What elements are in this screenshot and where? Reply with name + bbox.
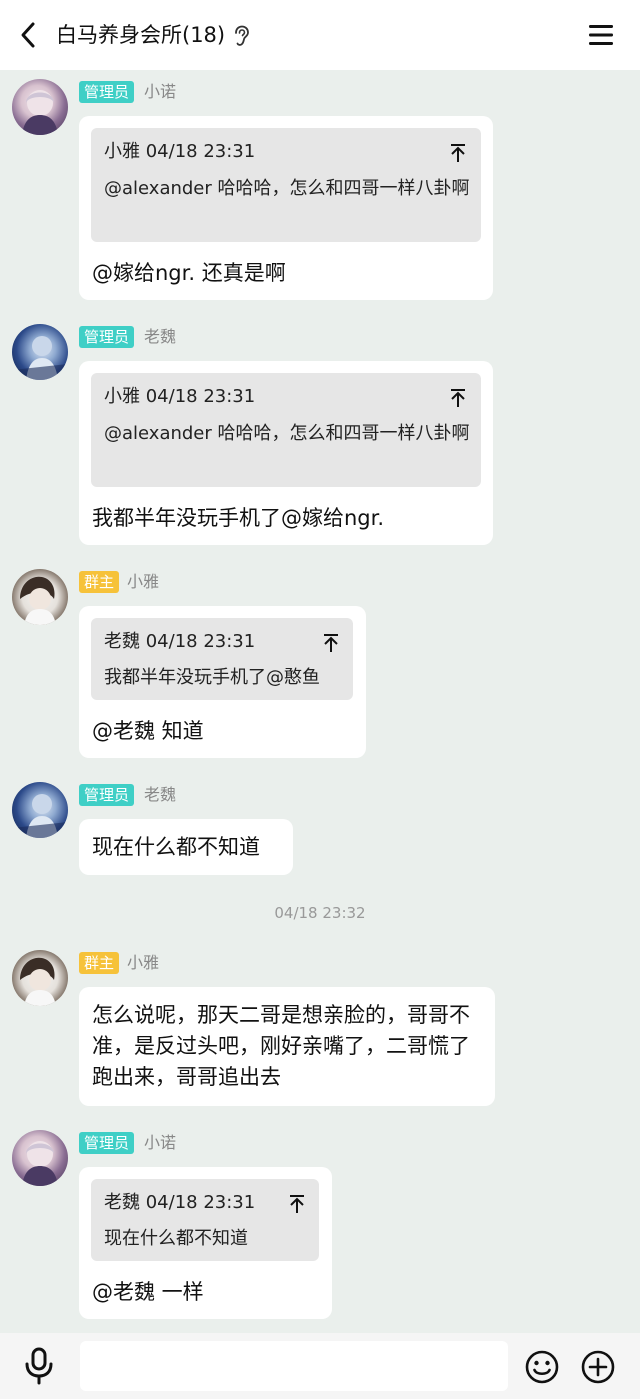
avatar-image	[12, 336, 68, 380]
role-badge: 群主	[79, 571, 120, 593]
input-bar	[0, 1333, 640, 1399]
message-text: 怎么说呢，那天二哥是想亲脸的，哥哥不准，是反过头吧，刚好亲嘴了，二哥慌了跑出来，…	[92, 1003, 470, 1089]
role-badge: 管理员	[79, 1132, 135, 1154]
plus-icon	[581, 1350, 615, 1384]
quote-body: @alexander 哈哈哈，怎么和四哥一样八卦啊	[104, 423, 470, 444]
jump-to-top-icon[interactable]	[449, 388, 467, 408]
message-bubble[interactable]: 现在什么都不知道	[79, 819, 293, 875]
avatar-image	[20, 576, 56, 625]
message-text: 我都半年没玩手机了@嫁给ngr.	[92, 506, 385, 530]
chat-header: 白马养身会所(18)	[0, 0, 640, 70]
message-bubble[interactable]: 小雅 04/18 23:31 @alexander 哈哈哈，怎么和四哥一样八卦啊…	[79, 361, 493, 545]
message-input[interactable]	[80, 1341, 508, 1391]
jump-to-top-icon[interactable]	[322, 633, 340, 653]
jump-to-top-icon[interactable]	[288, 1194, 306, 1214]
sender-name[interactable]: 小雅	[127, 952, 159, 974]
emoji-button[interactable]	[524, 1349, 560, 1385]
chevron-left-icon	[21, 22, 35, 48]
avatar[interactable]	[12, 569, 68, 625]
avatar[interactable]	[12, 782, 68, 838]
role-badge: 管理员	[79, 81, 135, 103]
avatar-image	[20, 957, 56, 1006]
menu-button[interactable]	[586, 20, 616, 50]
message-bubble[interactable]: 老魏 04/18 23:31 现在什么都不知道 @老魏 一样	[79, 1167, 332, 1319]
more-button[interactable]	[580, 1349, 616, 1385]
avatar[interactable]	[12, 79, 68, 135]
message-text: @老魏 一样	[92, 1280, 204, 1304]
quoted-message[interactable]: 老魏 04/18 23:31 现在什么都不知道	[91, 1179, 319, 1261]
chat-title[interactable]: 白马养身会所(18)	[56, 19, 225, 51]
message-text: 现在什么都不知道	[92, 835, 260, 859]
sender-name[interactable]: 老魏	[144, 326, 176, 348]
role-badge: 管理员	[79, 326, 135, 348]
message-bubble[interactable]: 老魏 04/18 23:31 我都半年没玩手机了@憨鱼 @老魏 知道	[79, 606, 366, 758]
jump-to-top-icon[interactable]	[449, 143, 467, 163]
microphone-icon	[25, 1347, 53, 1385]
time-separator: 04/18 23:32	[274, 904, 366, 922]
role-badge: 群主	[79, 952, 120, 974]
sender-name[interactable]: 小雅	[127, 571, 159, 593]
avatar-image	[12, 794, 68, 838]
quoted-message[interactable]: 老魏 04/18 23:31 我都半年没玩手机了@憨鱼	[91, 618, 353, 700]
quote-body: 我都半年没玩手机了@憨鱼	[104, 667, 320, 688]
message-bubble[interactable]: 小雅 04/18 23:31 @alexander 哈哈哈，怎么和四哥一样八卦啊…	[79, 116, 493, 300]
quote-header: 小雅 04/18 23:31	[104, 386, 256, 407]
quote-header: 老魏 04/18 23:31	[104, 1192, 256, 1213]
sender-name[interactable]: 老魏	[144, 784, 176, 806]
quoted-message[interactable]: 小雅 04/18 23:31 @alexander 哈哈哈，怎么和四哥一样八卦啊	[91, 373, 481, 487]
back-button[interactable]	[14, 20, 42, 50]
menu-icon	[589, 25, 613, 45]
avatar-image	[22, 1141, 58, 1186]
quote-header: 老魏 04/18 23:31	[104, 631, 256, 652]
message-bubble[interactable]: 怎么说呢，那天二哥是想亲脸的，哥哥不准，是反过头吧，刚好亲嘴了，二哥慌了跑出来，…	[79, 987, 495, 1106]
quoted-message[interactable]: 小雅 04/18 23:31 @alexander 哈哈哈，怎么和四哥一样八卦啊	[91, 128, 481, 242]
avatar[interactable]	[12, 950, 68, 1006]
quote-body: @alexander 哈哈哈，怎么和四哥一样八卦啊	[104, 178, 470, 199]
emoji-icon	[525, 1350, 559, 1384]
quote-header: 小雅 04/18 23:31	[104, 141, 256, 162]
avatar[interactable]	[12, 1130, 68, 1186]
message-text: @嫁给ngr. 还真是啊	[92, 261, 286, 285]
ear-icon	[235, 25, 249, 46]
message-text: @老魏 知道	[92, 719, 204, 743]
sender-name[interactable]: 小诺	[144, 1132, 176, 1154]
sender-name[interactable]: 小诺	[144, 81, 176, 103]
quote-body: 现在什么都不知道	[104, 1228, 248, 1249]
avatar-image	[22, 90, 58, 135]
voice-button[interactable]	[22, 1347, 56, 1385]
role-badge: 管理员	[79, 784, 135, 806]
avatar[interactable]	[12, 324, 68, 380]
